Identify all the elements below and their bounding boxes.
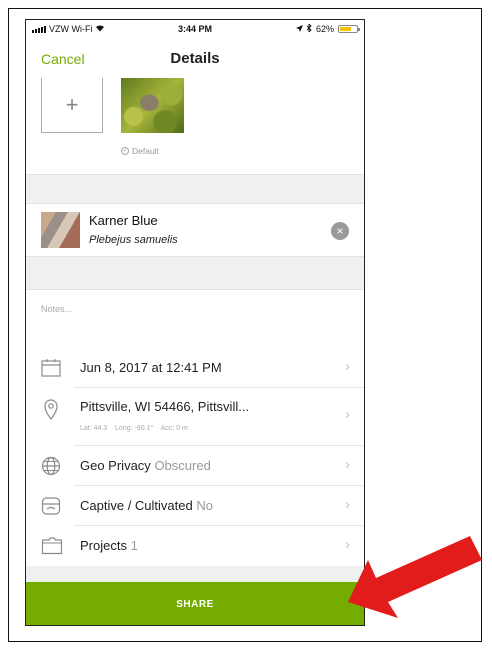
latitude: Lat: 44.3 <box>80 425 108 432</box>
projects-text: Projects 1 <box>80 538 138 553</box>
photo-section: + ✓ Default <box>26 78 364 174</box>
notes-input[interactable]: Notes... <box>41 304 72 314</box>
battery-percent: 62% <box>315 24 334 34</box>
species-common-name: Karner Blue <box>89 213 158 228</box>
default-label: Default <box>132 146 159 156</box>
share-button[interactable]: SHARE <box>26 582 364 625</box>
geo-privacy-value: Obscured <box>154 458 211 473</box>
geo-privacy-text: Geo Privacy Obscured <box>80 458 211 473</box>
captive-text: Captive / Cultivated No <box>80 498 213 513</box>
status-right: 62% <box>295 22 360 34</box>
location-pin-icon <box>41 398 63 421</box>
chevron-right-icon: › <box>345 406 350 423</box>
cancel-button[interactable]: Cancel <box>41 51 85 67</box>
species-thumbnail <box>41 212 80 248</box>
location-arrow-icon <box>295 24 303 34</box>
bluetooth-icon <box>306 22 312 34</box>
captive-value: No <box>196 498 213 513</box>
chevron-right-icon: › <box>345 496 350 513</box>
captive-row[interactable]: Captive / Cultivated No › <box>26 486 364 526</box>
geo-privacy-label: Geo Privacy <box>80 458 151 473</box>
geo-privacy-row[interactable]: Geo Privacy Obscured › <box>26 446 364 486</box>
battery-icon <box>338 25 360 33</box>
calendar-icon <box>41 358 63 378</box>
date-row[interactable]: Jun 8, 2017 at 12:41 PM › <box>26 348 364 388</box>
captive-label: Captive / Cultivated <box>80 498 193 513</box>
check-icon: ✓ <box>121 147 129 155</box>
projects-row[interactable]: Projects 1 › <box>26 526 364 566</box>
nav-bar: Cancel Details <box>26 38 364 79</box>
observation-photo[interactable] <box>121 78 184 133</box>
captive-icon <box>41 496 63 516</box>
projects-label: Projects <box>80 538 127 553</box>
section-divider <box>26 566 364 582</box>
default-photo-indicator[interactable]: ✓ Default <box>121 146 159 156</box>
location-text: Pittsville, WI 54466, Pittsvill... <box>80 399 250 414</box>
status-bar: VZW Wi-Fi 3:44 PM 62% <box>26 20 364 38</box>
red-arrow-annotation <box>348 536 482 618</box>
projects-count: 1 <box>130 538 138 553</box>
add-photo-button[interactable]: + <box>41 78 103 133</box>
section-divider <box>26 174 364 204</box>
longitude: Long: -90.1° <box>115 425 154 432</box>
chevron-right-icon: › <box>345 358 350 375</box>
accuracy: Acc: 0 m <box>160 425 188 432</box>
folder-icon <box>41 536 63 556</box>
date-text: Jun 8, 2017 at 12:41 PM <box>80 360 222 375</box>
species-row[interactable]: Karner Blue Plebejus samuelis × <box>26 204 364 256</box>
globe-icon <box>41 456 63 476</box>
location-coordinates: Lat: 44.3 Long: -90.1° Acc: 0 m <box>80 425 188 432</box>
chevron-right-icon: › <box>345 456 350 473</box>
section-divider <box>26 256 364 290</box>
clear-species-button[interactable]: × <box>331 222 349 240</box>
species-scientific-name: Plebejus samuelis <box>89 234 178 246</box>
location-row[interactable]: Pittsville, WI 54466, Pittsvill... Lat: … <box>26 388 364 446</box>
phone-screen: VZW Wi-Fi 3:44 PM 62% Cancel Details + ✓… <box>25 19 365 626</box>
